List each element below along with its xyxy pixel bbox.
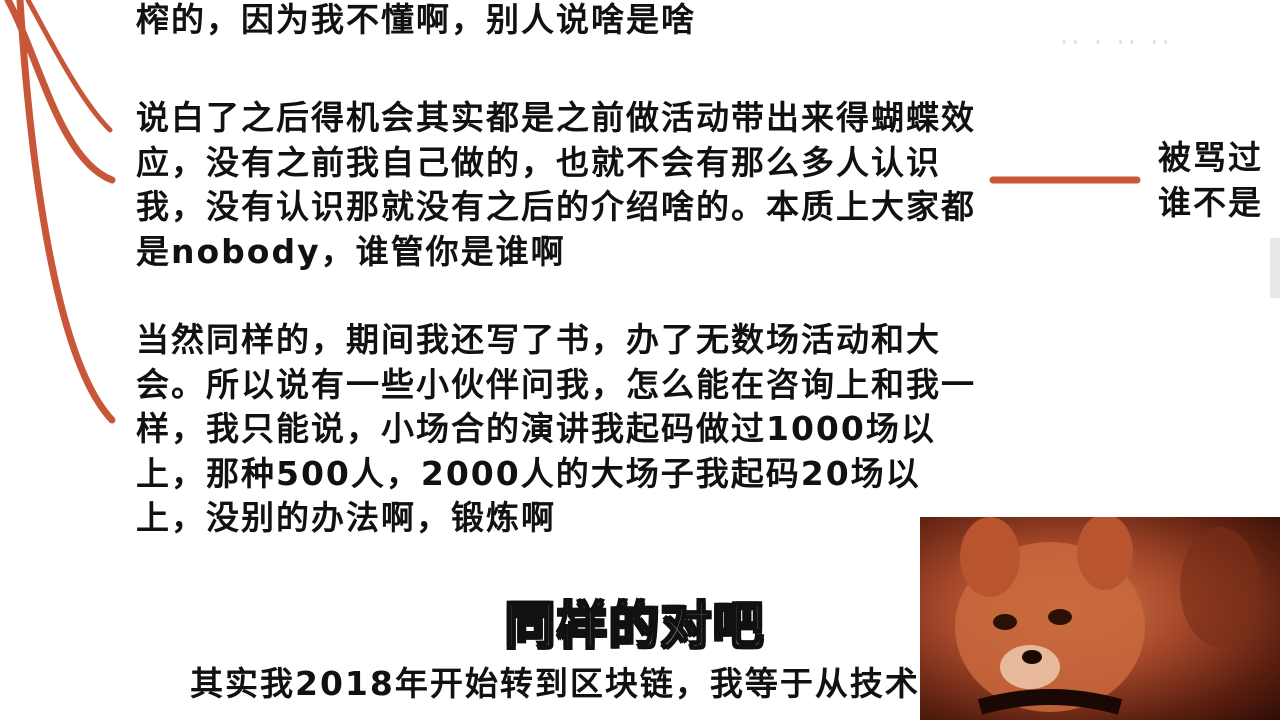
branch-connector-3 [25,0,113,133]
webcam-overlay [920,517,1280,720]
dog-avatar-image [955,517,1260,715]
mindmap-canvas: ·· · ·· ·· 榨的，因为我不懂啊，别人说啥是啥 说白了之后得机会其实都是… [0,0,1280,720]
right-branch-text: 被骂过 谁不是 [1158,138,1263,222]
text-block-practice: 当然同样的，期间我还写了书，办了无数场活动和大会。所以说有一些小伙伴问我，怎么能… [136,320,976,537]
watermark: ·· · ·· ·· [1060,28,1173,58]
scroll-indicator [1270,238,1280,298]
text-block-bottom: 其实我2018年开始转到区块链，我等于从技术 [190,664,920,703]
video-subtitle: 同样的对吧 [504,596,765,656]
text-block-butterfly-effect: 说白了之后得机会其实都是之前做活动带出来得蝴蝶效应，没有之前我自己做的，也就不会… [136,98,976,271]
text-block-top: 榨的，因为我不懂啊，别人说啥是啥 [136,0,696,39]
